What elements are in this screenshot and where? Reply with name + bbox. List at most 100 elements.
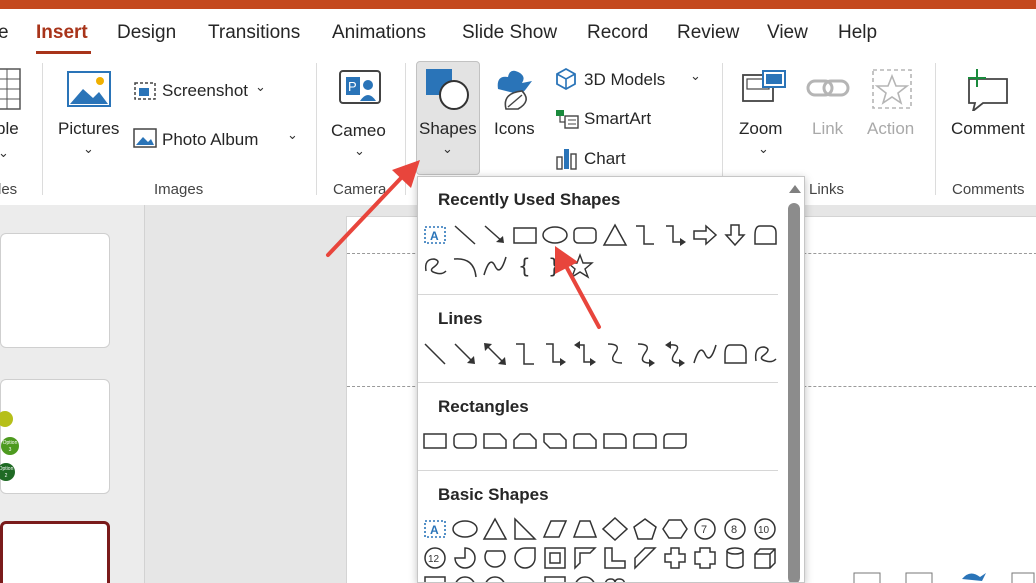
zoom-icon[interactable] <box>741 69 787 109</box>
icons-label[interactable]: Icons <box>494 119 535 139</box>
curve-shape[interactable] <box>692 341 718 367</box>
hexagon-shape[interactable] <box>662 517 688 541</box>
3d-models-icon[interactable] <box>554 67 578 91</box>
chevron-down-icon[interactable]: ⌄ <box>287 127 298 143</box>
slide-thumbnail[interactable] <box>0 233 110 348</box>
snip-corner-shape[interactable] <box>752 223 778 247</box>
cross-shape[interactable] <box>662 546 688 570</box>
diagonal-stripe-shape[interactable] <box>632 546 658 570</box>
elbow-arrow-connector-shape[interactable] <box>542 341 568 367</box>
snip-same-side-corner-rectangle-shape[interactable] <box>512 429 538 453</box>
oval-shape[interactable] <box>451 517 479 541</box>
pie-shape[interactable] <box>452 546 478 570</box>
right-triangle-shape[interactable] <box>512 517 538 541</box>
curve-shape[interactable] <box>482 253 508 279</box>
chevron-down-icon[interactable]: ⌄ <box>255 79 266 95</box>
dodecagon-shape[interactable]: 12 <box>422 546 448 570</box>
scribble-shape[interactable] <box>422 253 448 279</box>
zoom-label[interactable]: Zoom <box>739 119 782 139</box>
rounded-rectangle-shape[interactable] <box>572 223 598 247</box>
tab-insert[interactable]: Insert <box>36 22 88 44</box>
donut-shape[interactable] <box>452 575 478 583</box>
chart-label[interactable]: Chart <box>584 149 626 169</box>
line-arrow-shape[interactable] <box>482 223 508 247</box>
scribble-shape[interactable] <box>752 341 778 367</box>
3d-models-label[interactable]: 3D Models <box>584 70 665 90</box>
down-arrow-shape[interactable] <box>722 223 748 247</box>
picture-icon[interactable] <box>67 71 111 109</box>
scrollbar[interactable] <box>782 177 804 582</box>
smiley-face-shape[interactable] <box>572 575 598 583</box>
screenshot-label[interactable]: Screenshot <box>162 81 248 101</box>
chevron-down-icon[interactable]: ⌄ <box>690 68 701 84</box>
line-arrow-shape[interactable] <box>452 341 478 367</box>
snip-diagonal-corner-rectangle-shape[interactable] <box>542 429 568 453</box>
trapezoid-shape[interactable] <box>572 517 598 541</box>
round-same-side-rectangle-shape[interactable] <box>632 429 658 453</box>
round-diagonal-rectangle-shape[interactable] <box>662 429 688 453</box>
tab-record[interactable]: Record <box>587 22 648 44</box>
elbow-connector-shape[interactable] <box>632 223 658 247</box>
decagon-shape[interactable]: 10 <box>752 517 778 541</box>
cube-shape[interactable] <box>752 546 778 570</box>
chart-icon[interactable] <box>554 145 580 171</box>
folded-corner-shape[interactable] <box>542 575 568 583</box>
curved-double-arrow-connector-shape[interactable] <box>662 341 688 367</box>
pentagon-shape[interactable] <box>632 517 658 541</box>
elbow-arrow-connector-shape[interactable] <box>662 223 688 247</box>
text-box-shape[interactable]: A <box>422 517 448 541</box>
diamond-shape[interactable] <box>602 517 628 541</box>
freeform-shape[interactable] <box>722 341 748 367</box>
right-brace-shape[interactable]: } <box>542 253 568 279</box>
octagon-shape[interactable]: 8 <box>722 517 748 541</box>
no-symbol-shape[interactable] <box>482 575 508 583</box>
frame-shape[interactable] <box>542 546 568 570</box>
tab-transitions[interactable]: Transitions <box>208 22 300 44</box>
bevel-shape[interactable] <box>422 575 448 583</box>
cameo-label[interactable]: Cameo <box>331 121 386 141</box>
slide-thumbnail[interactable]: Option 3 Option 2 <box>0 379 110 494</box>
line-double-arrow-shape[interactable] <box>482 341 508 367</box>
tab-help[interactable]: Help <box>838 22 877 44</box>
smartart-icon[interactable] <box>554 107 580 131</box>
chord-shape[interactable] <box>482 546 508 570</box>
table-icon[interactable] <box>0 67 22 111</box>
rounded-rectangle-shape[interactable] <box>452 429 478 453</box>
rectangle-shape[interactable] <box>512 223 538 247</box>
pictures-label[interactable]: Pictures <box>58 119 119 139</box>
elbow-double-arrow-connector-shape[interactable] <box>572 341 598 367</box>
tab-view[interactable]: View <box>767 22 808 44</box>
rectangle-shape[interactable] <box>422 429 448 453</box>
screenshot-icon[interactable] <box>133 79 157 103</box>
photo-album-label[interactable]: Photo Album <box>162 130 258 150</box>
cameo-icon[interactable]: P <box>338 69 382 107</box>
comment-label[interactable]: Comment <box>951 119 1025 139</box>
snip-and-round-rectangle-shape[interactable] <box>572 429 598 453</box>
chevron-down-icon[interactable]: ⌄ <box>354 143 365 159</box>
comment-icon[interactable] <box>963 67 1011 111</box>
tab-slide-show[interactable]: Slide Show <box>462 22 557 44</box>
star-shape[interactable] <box>566 253 594 279</box>
arc-shape[interactable] <box>452 253 478 279</box>
photo-album-icon[interactable] <box>133 127 157 149</box>
scroll-up-arrow-icon[interactable] <box>789 185 801 193</box>
triangle-shape[interactable] <box>602 223 628 247</box>
half-frame-shape[interactable] <box>572 546 598 570</box>
slide-thumbnail-selected[interactable] <box>0 521 110 583</box>
line-shape[interactable] <box>452 223 478 247</box>
left-brace-shape[interactable]: { <box>512 253 538 279</box>
heart-shape[interactable] <box>602 575 628 583</box>
tab-design[interactable]: Design <box>117 22 176 44</box>
curved-arrow-connector-shape[interactable] <box>632 341 658 367</box>
oval-shape[interactable] <box>541 223 569 247</box>
l-shape[interactable] <box>602 546 628 570</box>
teardrop-shape[interactable] <box>512 546 538 570</box>
icons-icon[interactable] <box>492 67 536 111</box>
scrollbar-thumb[interactable] <box>788 203 800 582</box>
text-box-shape[interactable]: A <box>422 223 448 247</box>
can-shape[interactable] <box>722 546 748 570</box>
smartart-label[interactable]: SmartArt <box>584 109 651 129</box>
tab-animations[interactable]: Animations <box>332 22 426 44</box>
round-single-corner-rectangle-shape[interactable] <box>602 429 628 453</box>
tab-review[interactable]: Review <box>677 22 739 44</box>
